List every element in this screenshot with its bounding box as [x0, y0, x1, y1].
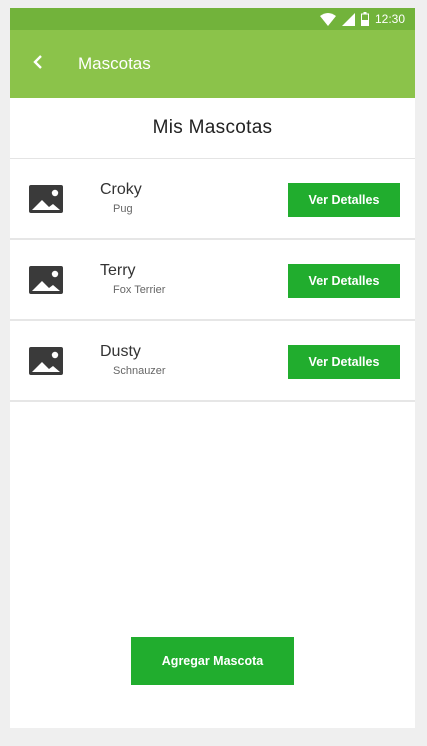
pet-name: Dusty [100, 343, 141, 360]
status-time: 12:30 [374, 12, 405, 26]
app-bar: Mascotas [10, 30, 415, 98]
back-button[interactable] [26, 52, 50, 76]
pet-list-item: Terry Fox Terrier Ver Detalles [10, 240, 415, 321]
battery-icon [360, 12, 369, 26]
view-details-button[interactable]: Ver Detalles [288, 183, 400, 217]
chevron-left-icon [33, 54, 43, 74]
image-icon [28, 343, 64, 379]
view-details-button[interactable]: Ver Detalles [288, 345, 400, 379]
pet-list-item: Dusty Schnauzer Ver Detalles [10, 321, 415, 402]
pet-list: Croky Pug Ver Detalles Terry Fox Terrier… [10, 158, 415, 402]
status-bar: 12:30 [10, 8, 415, 30]
pet-list-item: Croky Pug Ver Detalles [10, 159, 415, 240]
pet-name: Terry [100, 262, 136, 279]
app-screen: 12:30 Mascotas Mis Mascotas Croky Pug Ve… [10, 8, 415, 728]
pet-info: Terry Fox Terrier [100, 262, 165, 296]
signal-icon [341, 12, 355, 26]
image-icon [28, 181, 64, 217]
pet-breed: Pug [113, 203, 133, 215]
view-details-button[interactable]: Ver Detalles [288, 264, 400, 298]
pet-info: Dusty Schnauzer [100, 343, 166, 377]
wifi-icon [319, 12, 336, 26]
pet-info: Croky Pug [100, 181, 142, 215]
pet-breed: Fox Terrier [113, 284, 166, 296]
pet-breed: Schnauzer [113, 365, 166, 377]
section-title: Mis Mascotas [152, 117, 273, 138]
page-title: Mascotas [78, 54, 151, 73]
add-pet-button[interactable]: Agregar Mascota [131, 637, 294, 685]
image-icon [28, 262, 64, 298]
pet-name: Croky [100, 181, 142, 198]
